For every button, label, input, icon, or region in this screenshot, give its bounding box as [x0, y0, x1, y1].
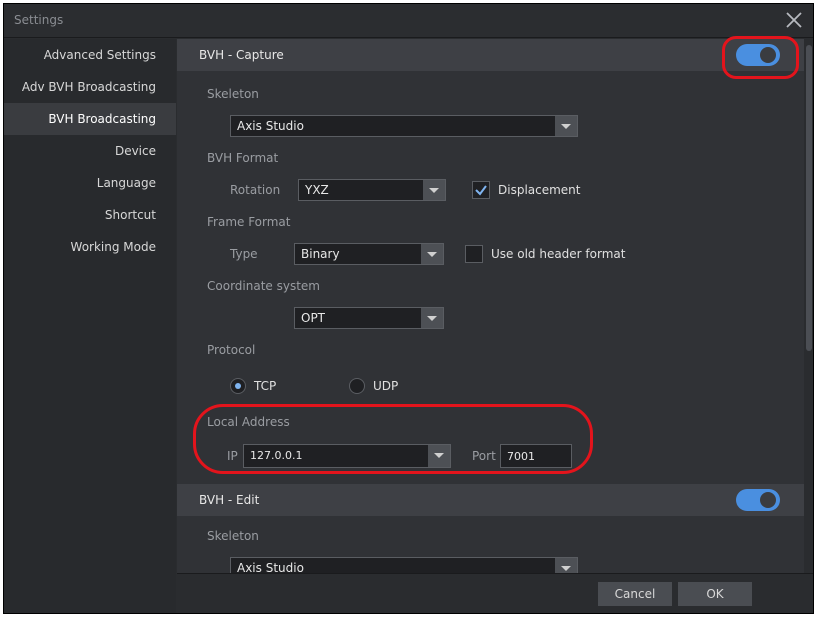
- frame-format-label: Frame Format: [207, 215, 291, 229]
- udp-label: UDP: [373, 379, 399, 393]
- coordinate-system-label: Coordinate system: [207, 279, 320, 293]
- sidebar-item-shortcut[interactable]: Shortcut: [4, 199, 176, 231]
- sidebar-item-device[interactable]: Device: [4, 135, 176, 167]
- type-select-value: Binary: [301, 247, 340, 261]
- close-icon[interactable]: [783, 9, 805, 31]
- title-bar: Settings: [4, 4, 813, 38]
- chevron-down-icon: [421, 308, 443, 328]
- cancel-button[interactable]: Cancel: [598, 582, 672, 606]
- ok-button[interactable]: OK: [678, 582, 752, 606]
- settings-content: BVH - Capture Skeleton Axis Studio BVH F…: [177, 39, 813, 573]
- old-header-checkbox[interactable]: [465, 245, 483, 263]
- highlight-toggle-annotation: [722, 36, 799, 79]
- udp-radio[interactable]: [349, 378, 365, 394]
- type-label: Type: [230, 247, 258, 261]
- old-header-label: Use old header format: [491, 247, 626, 261]
- window-title: Settings: [14, 13, 64, 27]
- sidebar-item-advanced-settings[interactable]: Advanced Settings: [4, 39, 176, 71]
- skeleton-select-value: Axis Studio: [237, 119, 304, 133]
- sidebar-item-adv-bvh-broadcasting[interactable]: Adv BVH Broadcasting: [4, 71, 176, 103]
- sidebar-item-working-mode[interactable]: Working Mode: [4, 231, 176, 263]
- sidebar: Advanced Settings Adv BVH Broadcasting B…: [4, 39, 176, 613]
- section-header-edit: BVH - Edit: [177, 484, 804, 516]
- highlight-local-address-annotation: [193, 404, 593, 474]
- tcp-label: TCP: [254, 379, 277, 393]
- settings-window: Settings Advanced Settings Adv BVH Broad…: [3, 3, 814, 614]
- coordinate-system-value: OPT: [301, 311, 326, 325]
- rotation-select[interactable]: YXZ: [298, 179, 446, 201]
- scrollbar-thumb[interactable]: [806, 45, 812, 351]
- sidebar-item-language[interactable]: Language: [4, 167, 176, 199]
- sidebar-item-bvh-broadcasting[interactable]: BVH Broadcasting: [4, 103, 176, 135]
- edit-enable-toggle[interactable]: [736, 489, 780, 511]
- tcp-radio[interactable]: [230, 378, 246, 394]
- protocol-label: Protocol: [207, 343, 256, 357]
- section-title-capture: BVH - Capture: [199, 48, 284, 62]
- chevron-down-icon: [555, 558, 577, 573]
- chevron-down-icon: [555, 116, 577, 136]
- skeleton-select[interactable]: Axis Studio: [230, 115, 578, 137]
- coordinate-system-select[interactable]: OPT: [294, 307, 444, 329]
- displacement-checkbox[interactable]: [472, 181, 490, 199]
- rotation-label: Rotation: [230, 183, 281, 197]
- section-title-edit: BVH - Edit: [199, 493, 260, 507]
- section-header-capture: BVH - Capture: [177, 39, 804, 71]
- rotation-select-value: YXZ: [305, 183, 329, 197]
- vertical-scrollbar[interactable]: [804, 39, 813, 573]
- bvh-format-label: BVH Format: [207, 151, 279, 165]
- checkmark-icon: [475, 185, 487, 196]
- chevron-down-icon: [421, 244, 443, 264]
- edit-skeleton-select-value: Axis Studio: [237, 561, 304, 573]
- edit-skeleton-label: Skeleton: [207, 529, 259, 543]
- edit-skeleton-select[interactable]: Axis Studio: [230, 557, 578, 573]
- type-select[interactable]: Binary: [294, 243, 444, 265]
- displacement-label: Displacement: [498, 183, 581, 197]
- dialog-footer: Cancel OK: [177, 573, 813, 613]
- skeleton-label: Skeleton: [207, 87, 259, 101]
- chevron-down-icon: [423, 180, 445, 200]
- toggle-knob: [760, 492, 776, 508]
